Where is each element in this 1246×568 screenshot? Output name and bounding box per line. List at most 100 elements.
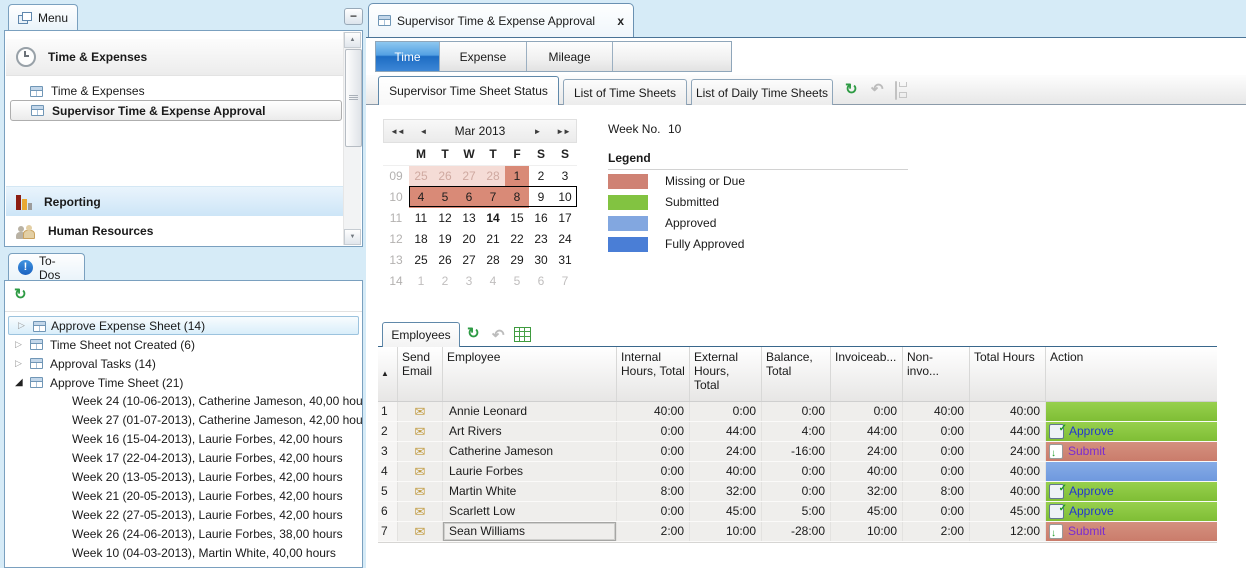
send-email-cell[interactable]: ✉ <box>398 442 443 461</box>
calendar-day[interactable]: 5 <box>505 271 529 292</box>
group-header-reporting[interactable]: Reporting <box>6 186 344 217</box>
group-header-human-resources[interactable]: Human Resources <box>6 216 344 246</box>
employee-cell[interactable]: Catherine Jameson <box>443 442 617 461</box>
sidebar-item-supervisor-approval[interactable]: Supervisor Time & Expense Approval <box>10 100 342 121</box>
document-tab[interactable]: Supervisor Time & Expense Approval x <box>368 3 634 37</box>
todo-week-item[interactable]: Week 14 (01-04-2013), Martin White, 41,0… <box>6 563 361 568</box>
sidebar-item-time-expenses[interactable]: Time & Expenses <box>6 81 344 101</box>
employee-cell[interactable]: Laurie Forbes <box>443 462 617 481</box>
next-month-icon[interactable]: ► <box>524 127 550 136</box>
row-number[interactable]: 6 <box>378 502 398 521</box>
save-icon[interactable] <box>895 81 897 100</box>
expanded-caret-icon[interactable]: ◢ <box>15 373 23 392</box>
email-icon[interactable]: ✉ <box>415 464 426 479</box>
todo-week-item[interactable]: Week 17 (22-04-2013), Laurie Forbes, 42,… <box>6 449 361 468</box>
calendar-day[interactable]: 27 <box>457 166 481 187</box>
row-number[interactable]: 2 <box>378 422 398 441</box>
calendar-day[interactable]: 2 <box>529 166 553 187</box>
email-icon[interactable]: ✉ <box>415 504 426 519</box>
calendar-day[interactable]: 10 <box>553 187 577 208</box>
calendar-day[interactable]: 1 <box>409 271 433 292</box>
tab-list-of-daily-time-sheets[interactable]: List of Daily Time Sheets <box>691 79 833 105</box>
tree-node-approve-expense-sheet[interactable]: ▷ Approve Expense Sheet (14) <box>8 316 359 335</box>
calendar-day[interactable]: 7 <box>481 187 505 208</box>
calendar-day[interactable]: 7 <box>553 271 577 292</box>
todo-week-item[interactable]: Week 26 (24-06-2013), Laurie Forbes, 38,… <box>6 525 361 544</box>
employee-cell[interactable]: Art Rivers <box>443 422 617 441</box>
todo-week-item[interactable]: Week 10 (04-03-2013), Martin White, 40,0… <box>6 544 361 563</box>
email-icon[interactable]: ✉ <box>415 444 426 459</box>
row-number[interactable]: 1 <box>378 402 398 421</box>
refresh-icon[interactable]: ↻ <box>467 326 480 341</box>
prev-month-icon[interactable]: ◄ <box>410 127 436 136</box>
calendar-day[interactable]: 20 <box>457 229 481 250</box>
calendar-day[interactable]: 6 <box>529 271 553 292</box>
send-email-cell[interactable]: ✉ <box>398 522 443 541</box>
row-number[interactable]: 3 <box>378 442 398 461</box>
calendar-day[interactable]: 24 <box>553 229 577 250</box>
calendar-day[interactable]: 1 <box>505 166 529 187</box>
submit-link[interactable]: Submit <box>1068 442 1105 461</box>
column-header-balance[interactable]: Balance, Total <box>762 347 831 401</box>
todo-week-item[interactable]: Week 27 (01-07-2013), Catherine Jameson,… <box>6 411 361 430</box>
collapsed-caret-icon[interactable]: ▷ <box>15 354 22 373</box>
todo-week-item[interactable]: Week 22 (27-05-2013), Laurie Forbes, 42,… <box>6 506 361 525</box>
send-email-cell[interactable]: ✉ <box>398 402 443 421</box>
calendar-day[interactable]: 11 <box>409 208 433 229</box>
employee-cell[interactable]: Scarlett Low <box>443 502 617 521</box>
tab-expense[interactable]: Expense <box>440 42 527 71</box>
tree-node-approve-time-sheet[interactable]: ◢ Approve Time Sheet (21) <box>6 373 361 392</box>
close-icon[interactable]: x <box>617 15 624 27</box>
collapsed-caret-icon[interactable]: ▷ <box>18 316 25 335</box>
column-header-external-hours[interactable]: External Hours, Total <box>690 347 762 401</box>
undo-icon[interactable]: ↶ <box>492 326 505 344</box>
column-header-action[interactable]: Action <box>1046 347 1217 401</box>
todo-week-item[interactable]: Week 24 (10-06-2013), Catherine Jameson,… <box>6 392 361 411</box>
calendar-day[interactable]: 12 <box>433 208 457 229</box>
calendar-day[interactable]: 23 <box>529 229 553 250</box>
row-number[interactable]: 4 <box>378 462 398 481</box>
prev-year-icon[interactable]: ◄◄ <box>384 127 410 136</box>
send-email-cell[interactable]: ✉ <box>398 482 443 501</box>
scrollbar-up-arrow[interactable]: ▲ <box>344 32 361 48</box>
calendar-day[interactable]: 30 <box>529 250 553 271</box>
grid-view-icon[interactable] <box>514 327 531 342</box>
group-header-time-expenses[interactable]: Time & Expenses <box>6 39 344 76</box>
calendar-day[interactable]: 4 <box>481 271 505 292</box>
approve-link[interactable]: Approve <box>1069 502 1114 521</box>
calendar-day[interactable]: 26 <box>433 250 457 271</box>
calendar-day[interactable]: 3 <box>457 271 481 292</box>
send-email-cell[interactable]: ✉ <box>398 462 443 481</box>
column-header-invoiceable[interactable]: Invoiceab... <box>831 347 903 401</box>
calendar-day[interactable]: 17 <box>553 208 577 229</box>
column-header-internal-hours[interactable]: Internal Hours, Total <box>617 347 690 401</box>
sidebar-scrollbar[interactable]: ▲ ▼ <box>343 32 361 245</box>
minimize-button[interactable]: − <box>344 8 363 25</box>
calendar-day[interactable]: 27 <box>457 250 481 271</box>
employee-cell[interactable]: Martin White <box>443 482 617 501</box>
submit-link[interactable]: Submit <box>1068 522 1105 541</box>
column-header-send-email[interactable]: Send Email <box>398 347 443 401</box>
calendar-day[interactable]: 28 <box>481 250 505 271</box>
calendar-day[interactable]: 9 <box>529 187 553 208</box>
todo-week-item[interactable]: Week 16 (15-04-2013), Laurie Forbes, 42,… <box>6 430 361 449</box>
calendar-day[interactable]: 2 <box>433 271 457 292</box>
calendar-day[interactable]: 5 <box>433 187 457 208</box>
employee-cell-focused[interactable]: Sean Williams <box>443 522 617 541</box>
approve-link[interactable]: Approve <box>1069 482 1114 501</box>
todos-tab[interactable]: ! To-Dos <box>8 253 85 281</box>
employee-cell[interactable]: Annie Leonard <box>443 402 617 421</box>
tab-list-of-time-sheets[interactable]: List of Time Sheets <box>563 79 687 105</box>
tree-node-approval-tasks[interactable]: ▷ Approval Tasks (14) <box>6 354 361 373</box>
calendar-day[interactable]: 18 <box>409 229 433 250</box>
calendar-day[interactable]: 13 <box>457 208 481 229</box>
refresh-icon[interactable]: ↻ <box>845 82 858 98</box>
calendar-day[interactable]: 22 <box>505 229 529 250</box>
todo-week-item[interactable]: Week 20 (13-05-2013), Laurie Forbes, 42,… <box>6 468 361 487</box>
tab-supervisor-time-sheet-status[interactable]: Supervisor Time Sheet Status <box>378 76 559 105</box>
calendar-day[interactable]: 25 <box>409 250 433 271</box>
menu-tab[interactable]: Menu <box>8 4 78 31</box>
calendar-day[interactable]: 21 <box>481 229 505 250</box>
calendar-day[interactable]: 8 <box>505 187 529 208</box>
collapsed-caret-icon[interactable]: ▷ <box>15 335 22 354</box>
